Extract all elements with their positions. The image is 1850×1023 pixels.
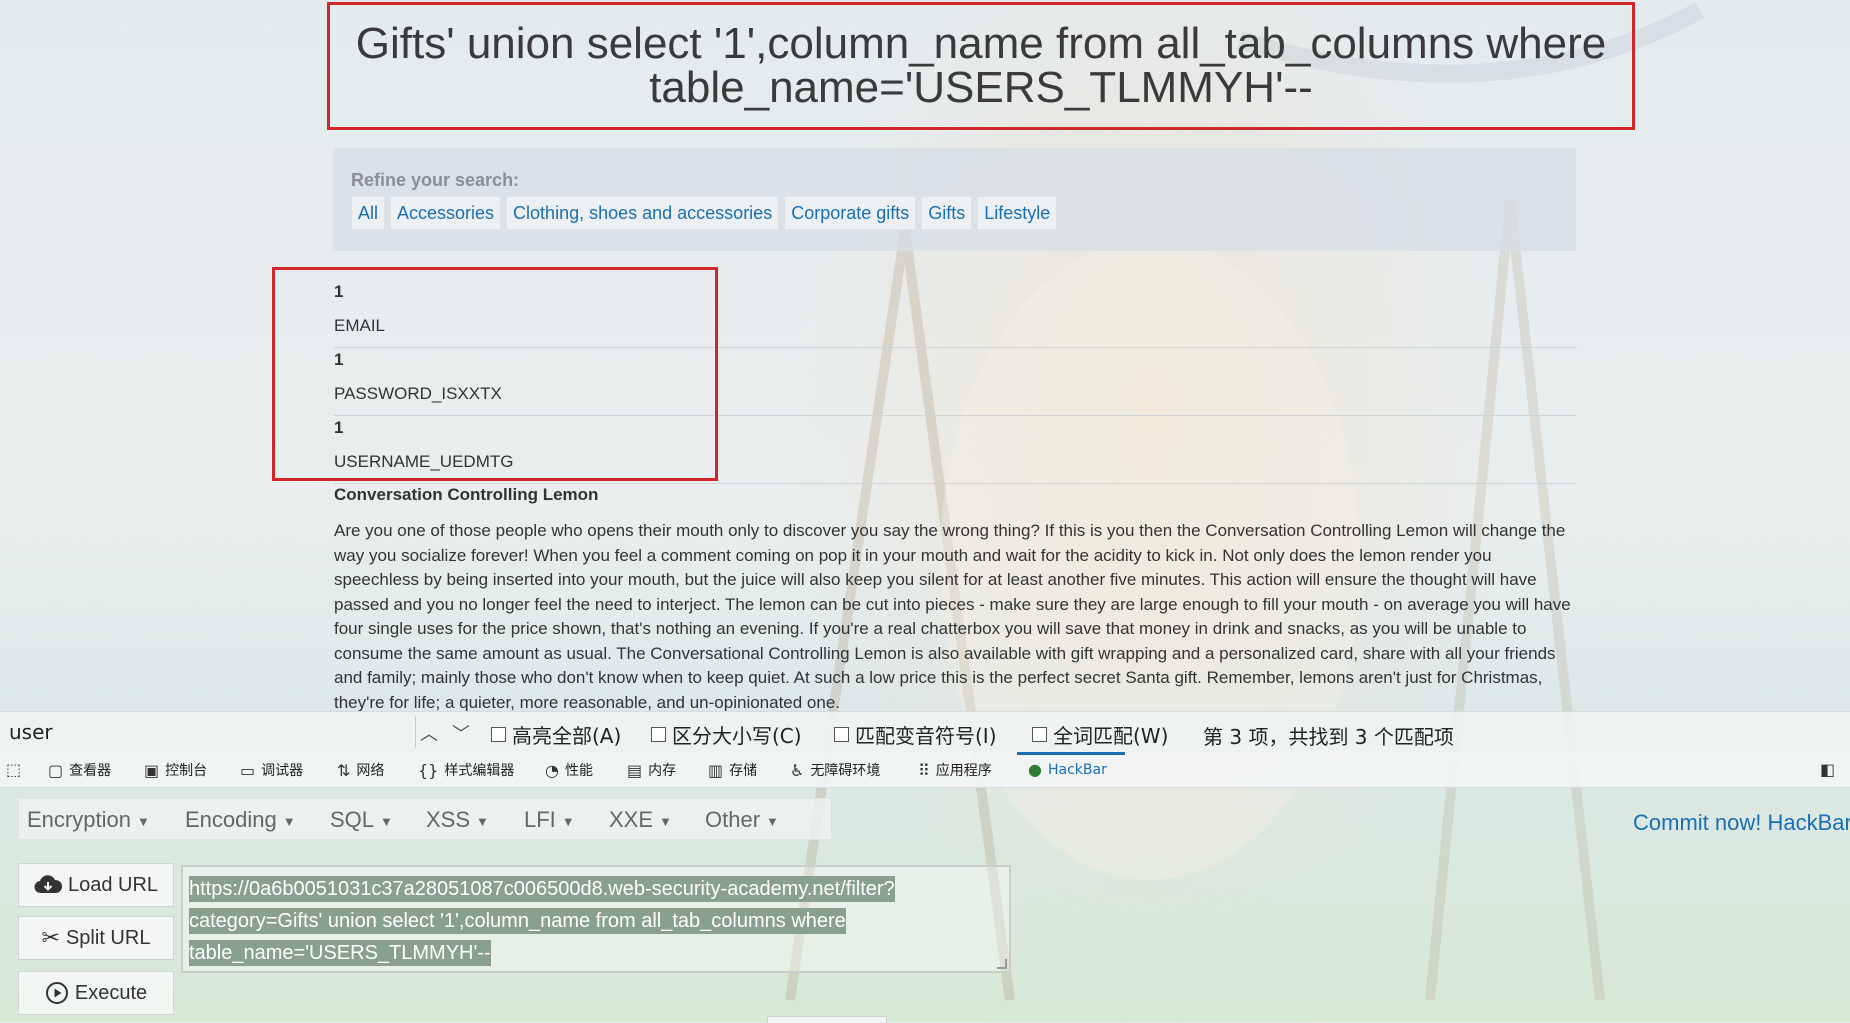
memory-icon: ▤ xyxy=(627,760,643,780)
find-input[interactable] xyxy=(3,716,416,748)
filter-corporate-gifts[interactable]: Corporate gifts xyxy=(784,196,917,230)
caret-down-icon: ▼ xyxy=(659,813,672,829)
commit-link[interactable]: Commit now! HackBar xyxy=(1633,810,1850,836)
scissors-icon: ✂ xyxy=(41,925,60,950)
play-circle-icon xyxy=(45,982,68,1004)
match-diacritics-option[interactable]: 匹配变音符号(I) xyxy=(834,720,997,749)
whole-words-label: 全词匹配(W) xyxy=(1053,724,1169,748)
caret-down-icon: ▼ xyxy=(136,813,150,829)
tab-storage[interactable]: ▥ 存储 xyxy=(708,760,757,780)
caret-down-icon: ▼ xyxy=(476,813,489,829)
tab-debugger[interactable]: ▭ 调试器 xyxy=(240,760,303,780)
match-case-label: 区分大小写(C) xyxy=(672,724,802,748)
cloud-download-icon xyxy=(34,875,62,894)
debugger-icon: ▭ xyxy=(240,760,256,780)
tab-style-editor[interactable]: {} 样式编辑器 xyxy=(418,760,514,780)
caret-down-icon: ▼ xyxy=(282,813,296,829)
annotation-box xyxy=(272,267,718,481)
checkbox-icon[interactable] xyxy=(1032,727,1047,742)
menu-encoding[interactable]: Encoding ▼ xyxy=(185,807,296,833)
performance-icon: ◔ xyxy=(545,760,559,780)
tab-inspector[interactable]: ▢ 查看器 xyxy=(48,760,111,780)
url-line: table_name='USERS_TLMMYH'-- xyxy=(189,940,491,966)
menu-sql[interactable]: SQL ▼ xyxy=(330,807,393,833)
tab-hackbar[interactable]: ● HackBar xyxy=(1028,760,1107,779)
find-status: 第 3 项，共找到 3 个匹配项 xyxy=(1203,725,1454,749)
console-icon: ▣ xyxy=(144,760,160,780)
filter-lifestyle[interactable]: Lifestyle xyxy=(977,196,1058,230)
checkbox-icon[interactable] xyxy=(651,727,666,742)
tab-console[interactable]: ▣ 控制台 xyxy=(144,760,207,780)
split-url-button[interactable]: ✂ Split URL xyxy=(18,916,174,960)
url-textarea[interactable]: https://0a6b0051031c37a28051087c006500d8… xyxy=(181,865,1011,973)
caret-down-icon: ▼ xyxy=(766,813,779,829)
page-title: Gifts' union select '1',column_name from… xyxy=(327,2,1635,130)
menu-other[interactable]: Other ▼ xyxy=(705,807,779,833)
refine-label: Refine your search: xyxy=(351,170,520,190)
menu-lfi[interactable]: LFI ▼ xyxy=(524,807,575,833)
caret-down-icon: ▼ xyxy=(561,813,575,829)
storage-icon: ▥ xyxy=(708,760,724,780)
hackbar-panel: Encryption ▼ Encoding ▼ SQL ▼ XSS ▼ LFI ▼ XXE… xyxy=(0,788,1850,1023)
accessibility-icon: ♿ xyxy=(790,760,805,780)
dock-side-icon[interactable]: ◧ xyxy=(1820,760,1835,779)
load-url-button[interactable]: Load URL xyxy=(18,863,174,907)
menu-encryption[interactable]: Encryption ▼ xyxy=(27,807,150,833)
web-page: Gifts' union select '1',column_name from… xyxy=(0,0,1850,712)
resize-grip-icon[interactable] xyxy=(997,959,1007,969)
chevron-down-icon[interactable]: ﹀ xyxy=(452,720,470,746)
product-entry: Conversation Controlling Lemon Are you o… xyxy=(334,485,1577,715)
menu-xss[interactable]: XSS ▼ xyxy=(426,807,489,833)
refine-search-panel: Refine your search: All Accessories Clot… xyxy=(333,148,1576,251)
execute-button[interactable]: Execute xyxy=(18,971,174,1015)
hackbar-icon: ● xyxy=(1028,760,1042,779)
whole-words-option[interactable]: 全词匹配(W) xyxy=(1032,720,1168,749)
match-diacritics-label: 匹配变音符号(I) xyxy=(855,724,997,748)
product-name: Conversation Controlling Lemon xyxy=(334,485,599,504)
menu-xxe[interactable]: XXE ▼ xyxy=(609,807,672,833)
url-line: category=Gifts' union select '1',column_… xyxy=(189,908,846,934)
checkbox-icon[interactable] xyxy=(491,727,506,742)
tab-application[interactable]: ⠿ 应用程序 xyxy=(918,760,992,780)
match-case-option[interactable]: 区分大小写(C) xyxy=(651,720,802,749)
style-editor-icon: {} xyxy=(418,760,439,780)
filter-accessories[interactable]: Accessories xyxy=(390,196,502,230)
application-grid-icon: ⠿ xyxy=(918,760,930,780)
product-description: Are you one of those people who opens th… xyxy=(334,521,1571,712)
chevron-up-icon[interactable]: ︿ xyxy=(420,720,438,746)
checkbox-icon[interactable] xyxy=(834,727,849,742)
network-icon: ⇅ xyxy=(337,760,351,780)
find-bar: ︿ ﹀ 高亮全部(A) 区分大小写(C) 匹配变音符号(I) 全词匹配(W) 第… xyxy=(0,711,1850,753)
tab-accessibility[interactable]: ♿ 无障碍环境 xyxy=(790,760,880,780)
element-picker-icon[interactable]: ⬚ xyxy=(6,760,21,779)
highlight-all-label: 高亮全部(A) xyxy=(512,724,622,748)
caret-down-icon: ▼ xyxy=(380,813,393,829)
tab-memory[interactable]: ▤ 内存 xyxy=(627,760,676,780)
url-line: https://0a6b0051031c37a28051087c006500d8… xyxy=(189,876,895,902)
filter-clothing[interactable]: Clothing, shoes and accessories xyxy=(506,196,780,230)
filter-gifts[interactable]: Gifts xyxy=(921,196,973,230)
tab-network[interactable]: ⇅ 网络 xyxy=(337,760,384,780)
active-tab-indicator xyxy=(1017,752,1125,755)
tab-performance[interactable]: ◔ 性能 xyxy=(545,760,593,780)
highlight-all-option[interactable]: 高亮全部(A) xyxy=(491,720,621,749)
filter-all[interactable]: All xyxy=(351,196,386,230)
category-filters: All Accessories Clothing, shoes and acce… xyxy=(351,196,1058,230)
inspector-icon: ▢ xyxy=(48,760,64,780)
hackbar-menu: Encryption ▼ Encoding ▼ SQL ▼ XSS ▼ LFI ▼ XXE… xyxy=(18,798,832,840)
devtools-toolbar: ⬚ ▢ 查看器 ▣ 控制台 ▭ 调试器 ⇅ 网络 {} 样式编辑器 ◔ 性能 ▤ 内存 ▥ 存储… xyxy=(0,752,1850,788)
